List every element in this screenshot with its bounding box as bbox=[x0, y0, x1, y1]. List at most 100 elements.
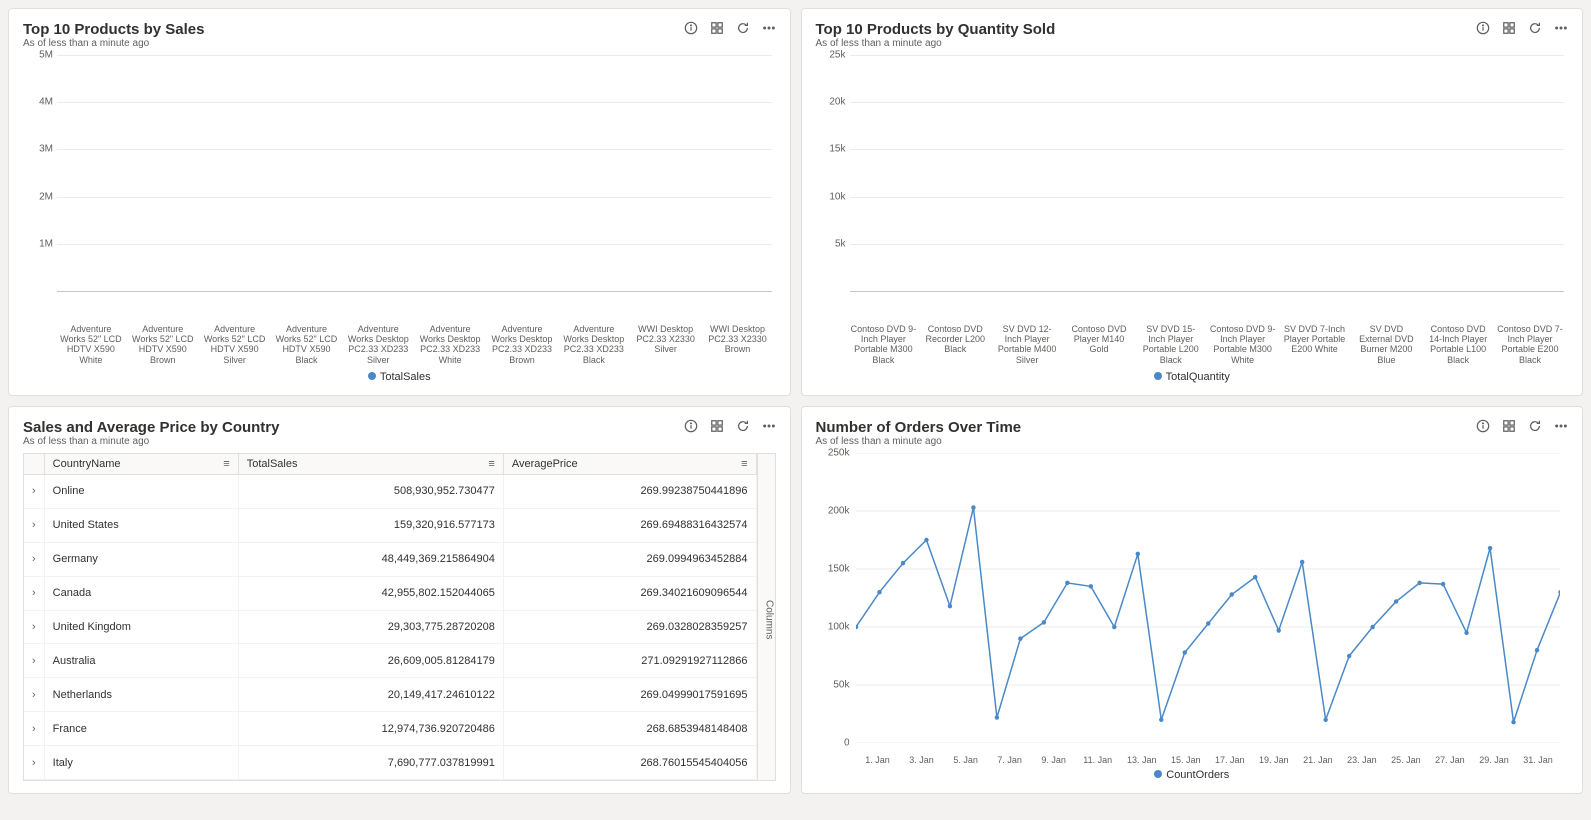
column-menu-icon[interactable]: ≡ bbox=[223, 458, 229, 470]
info-icon[interactable] bbox=[1476, 21, 1490, 38]
table-row[interactable]: › Canada 42,955,802.152044065 269.340216… bbox=[24, 576, 756, 610]
cell-avg: 271.09291927112866 bbox=[503, 644, 756, 678]
refresh-icon[interactable] bbox=[1528, 21, 1542, 38]
y-tick: 5k bbox=[835, 238, 846, 249]
line-point[interactable] bbox=[1487, 546, 1491, 551]
more-icon[interactable] bbox=[762, 419, 776, 436]
col-avg[interactable]: AveragePrice≡ bbox=[503, 454, 756, 475]
y-tick: 200k bbox=[828, 506, 850, 517]
expand-icon[interactable]: › bbox=[24, 576, 44, 610]
line-point[interactable] bbox=[1417, 581, 1421, 586]
card-actions bbox=[1476, 419, 1568, 436]
expand-icon[interactable]: › bbox=[24, 610, 44, 644]
line-point[interactable] bbox=[900, 561, 904, 566]
cell-country: Germany bbox=[44, 542, 238, 576]
line-point[interactable] bbox=[1346, 654, 1350, 659]
table-row[interactable]: › United Kingdom 29,303,775.28720208 269… bbox=[24, 610, 756, 644]
line-point[interactable] bbox=[994, 715, 998, 720]
line-point[interactable] bbox=[947, 604, 951, 609]
line-point[interactable] bbox=[1276, 628, 1280, 633]
col-country[interactable]: CountryName≡ bbox=[44, 454, 238, 475]
column-menu-icon[interactable]: ≡ bbox=[488, 458, 494, 470]
line-point[interactable] bbox=[1323, 718, 1327, 723]
expand-icon[interactable]: › bbox=[24, 475, 44, 509]
y-tick: 0 bbox=[844, 738, 850, 749]
more-icon[interactable] bbox=[1554, 21, 1568, 38]
cell-country: Australia bbox=[44, 644, 238, 678]
line-point[interactable] bbox=[1464, 631, 1468, 636]
more-icon[interactable] bbox=[762, 21, 776, 38]
grid-icon[interactable] bbox=[1502, 419, 1516, 436]
info-icon[interactable] bbox=[684, 419, 698, 436]
line-point[interactable] bbox=[1065, 581, 1069, 586]
x-label: Adventure Works Desktop PC2.33 XD233 Bla… bbox=[560, 324, 628, 365]
line-point[interactable] bbox=[1558, 590, 1560, 595]
expand-icon[interactable]: › bbox=[24, 644, 44, 678]
col-sales[interactable]: TotalSales≡ bbox=[238, 454, 503, 475]
expand-icon[interactable]: › bbox=[24, 542, 44, 576]
line-point[interactable] bbox=[877, 590, 881, 595]
column-menu-icon[interactable]: ≡ bbox=[741, 458, 747, 470]
line-point[interactable] bbox=[1041, 620, 1045, 625]
legend: TotalSales bbox=[23, 371, 776, 383]
expand-icon[interactable]: › bbox=[24, 508, 44, 542]
cell-avg: 269.0994963452884 bbox=[503, 542, 756, 576]
line-point[interactable] bbox=[1534, 648, 1538, 653]
columns-tab[interactable]: Columns bbox=[757, 454, 775, 780]
card-header: Sales and Average Price by Country As of… bbox=[23, 419, 776, 447]
line-point[interactable] bbox=[1253, 575, 1257, 580]
expand-icon[interactable]: › bbox=[24, 678, 44, 712]
card-subtitle: As of less than a minute ago bbox=[23, 436, 280, 447]
cell-sales: 42,955,802.152044065 bbox=[238, 576, 503, 610]
x-label: SV DVD 12-Inch Player Portable M400 Silv… bbox=[993, 324, 1061, 365]
line-point[interactable] bbox=[1159, 718, 1163, 723]
info-icon[interactable] bbox=[1476, 419, 1490, 436]
card-orders-line: Number of Orders Over Time As of less th… bbox=[801, 406, 1584, 794]
line-point[interactable] bbox=[1299, 560, 1303, 565]
cell-country: Online bbox=[44, 475, 238, 509]
grid-icon[interactable] bbox=[1502, 21, 1516, 38]
table-row[interactable]: › Australia 26,609,005.81284179 271.0929… bbox=[24, 644, 756, 678]
table-row[interactable]: › Italy 7,690,777.037819991 268.76015545… bbox=[24, 746, 756, 780]
line-point[interactable] bbox=[1135, 552, 1139, 557]
x-label: Contoso DVD 7-Inch Player Portable E200 … bbox=[1496, 324, 1564, 365]
line-point[interactable] bbox=[971, 505, 975, 510]
table-row[interactable]: › Online 508,930,952.730477 269.99238750… bbox=[24, 475, 756, 509]
cell-sales: 159,320,916.577173 bbox=[238, 508, 503, 542]
card-header: Top 10 Products by Sales As of less than… bbox=[23, 21, 776, 49]
table-row[interactable]: › Germany 48,449,369.215864904 269.09949… bbox=[24, 542, 756, 576]
x-label: WWI Desktop PC2.33 X2330 Silver bbox=[632, 324, 700, 365]
x-tick: 5. Jan bbox=[944, 755, 988, 765]
refresh-icon[interactable] bbox=[736, 21, 750, 38]
x-label: SV DVD 7-Inch Player Portable E200 White bbox=[1281, 324, 1349, 365]
line-point[interactable] bbox=[1393, 599, 1397, 604]
table-row[interactable]: › Netherlands 20,149,417.24610122 269.04… bbox=[24, 678, 756, 712]
grid-icon[interactable] bbox=[710, 21, 724, 38]
expand-icon[interactable]: › bbox=[24, 746, 44, 780]
cell-avg: 268.76015545404056 bbox=[503, 746, 756, 780]
line-point[interactable] bbox=[1182, 650, 1186, 655]
table-row[interactable]: › United States 159,320,916.577173 269.6… bbox=[24, 508, 756, 542]
line-point[interactable] bbox=[1229, 592, 1233, 597]
refresh-icon[interactable] bbox=[1528, 419, 1542, 436]
table-row[interactable]: › France 12,974,736.920720486 268.685394… bbox=[24, 712, 756, 746]
x-tick: 31. Jan bbox=[1516, 755, 1560, 765]
refresh-icon[interactable] bbox=[736, 419, 750, 436]
cell-country: Italy bbox=[44, 746, 238, 780]
line-point[interactable] bbox=[1370, 625, 1374, 630]
line-point[interactable] bbox=[924, 538, 928, 543]
grid-icon[interactable] bbox=[710, 419, 724, 436]
x-tick: 9. Jan bbox=[1032, 755, 1076, 765]
line-point[interactable] bbox=[1112, 625, 1116, 630]
line-point[interactable] bbox=[1088, 584, 1092, 589]
x-tick: 13. Jan bbox=[1120, 755, 1164, 765]
data-table: CountryName≡ TotalSales≡ AveragePrice≡ ›… bbox=[23, 453, 776, 781]
line-point[interactable] bbox=[1018, 636, 1022, 641]
x-label: WWI Desktop PC2.33 X2330 Brown bbox=[704, 324, 772, 365]
info-icon[interactable] bbox=[684, 21, 698, 38]
expand-icon[interactable]: › bbox=[24, 712, 44, 746]
line-point[interactable] bbox=[1440, 582, 1444, 587]
line-point[interactable] bbox=[1511, 720, 1515, 725]
more-icon[interactable] bbox=[1554, 419, 1568, 436]
line-point[interactable] bbox=[1206, 621, 1210, 626]
